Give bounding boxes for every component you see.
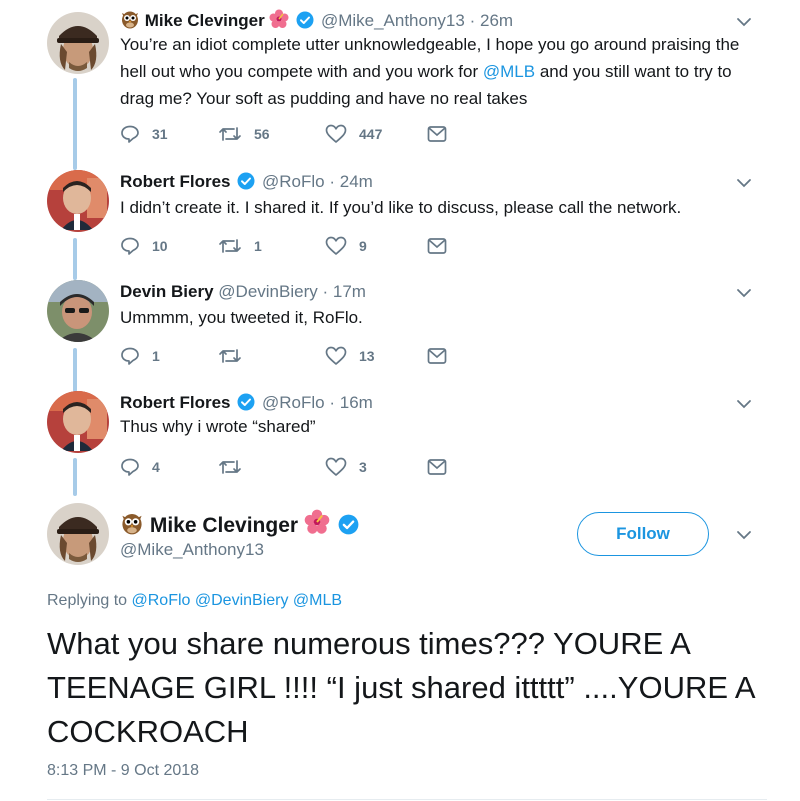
envelope-icon: [427, 348, 447, 364]
like-button[interactable]: 3: [325, 455, 367, 479]
tweet-text: I didn’t create it. I shared it. If you’…: [120, 198, 682, 217]
retweet-button[interactable]: [218, 344, 254, 368]
timestamp[interactable]: 17m: [333, 282, 366, 301]
tweet[interactable]: Robert Flores @RoFlo · 24m I didn’t crea…: [0, 160, 800, 270]
retweet-icon: [219, 239, 241, 253]
reply-count: 10: [152, 238, 168, 254]
heart-icon: [325, 457, 347, 476]
envelope-icon: [427, 238, 447, 254]
reply-button[interactable]: 10: [120, 234, 168, 258]
separator: ·: [469, 11, 476, 30]
hibiscus-emoji-icon: [304, 509, 330, 541]
main-tweet-header: Mike Clevinger: [120, 509, 361, 541]
tweet-timestamp[interactable]: 8:13 PM - 9 Oct 2018: [47, 762, 199, 780]
retweet-count: 1: [254, 238, 262, 254]
tweet[interactable]: Devin Biery @DevinBiery · 17m Ummmm, you…: [0, 270, 800, 380]
separator: ·: [322, 282, 329, 301]
verified-badge-icon: [338, 514, 359, 541]
tweet[interactable]: Robert Flores @RoFlo · 16m Thus why i wr…: [0, 381, 800, 491]
chevron-down-icon[interactable]: [736, 530, 752, 540]
owl-emoji-icon: [120, 511, 144, 541]
handle[interactable]: @DevinBiery: [218, 282, 317, 301]
heart-icon: [325, 236, 347, 255]
reply-icon: [121, 237, 139, 255]
handle[interactable]: @Mike_Anthony13: [321, 11, 465, 30]
reply-button[interactable]: 1: [120, 344, 160, 368]
follow-button[interactable]: Follow: [577, 512, 709, 556]
reply-count: 1: [152, 348, 160, 364]
avatar[interactable]: [47, 503, 109, 565]
avatar[interactable]: [47, 280, 109, 342]
mention-link[interactable]: @MLB: [483, 62, 535, 81]
like-count: 9: [359, 238, 367, 254]
reply-button[interactable]: 4: [120, 455, 160, 479]
display-name[interactable]: Robert Flores: [120, 393, 231, 412]
direct-message-button[interactable]: [427, 455, 447, 479]
handle[interactable]: @RoFlo: [262, 393, 325, 412]
like-button[interactable]: 9: [325, 234, 367, 258]
tweet-text: You’re an idiot complete utter unknowled…: [120, 35, 740, 108]
tweet-header: Devin Biery @DevinBiery · 17m: [120, 281, 366, 303]
retweet-icon: [219, 127, 241, 141]
chevron-down-icon[interactable]: [736, 17, 752, 27]
envelope-icon: [427, 126, 447, 142]
reply-icon: [121, 458, 139, 476]
reply-count: 31: [152, 126, 168, 142]
replying-to: Replying to @RoFlo @DevinBiery @MLB: [47, 592, 343, 609]
avatar[interactable]: [47, 12, 109, 74]
heart-icon: [325, 346, 347, 365]
display-name[interactable]: Devin Biery: [120, 282, 214, 301]
timestamp[interactable]: 16m: [340, 393, 373, 412]
retweet-button[interactable]: 1: [218, 234, 262, 258]
like-button[interactable]: 447: [325, 122, 382, 146]
display-name[interactable]: Mike Clevinger: [145, 11, 265, 30]
retweet-icon: [219, 460, 241, 474]
replying-to-mentions[interactable]: @RoFlo @DevinBiery @MLB: [132, 592, 343, 609]
retweet-button[interactable]: 56: [218, 122, 270, 146]
reply-button[interactable]: 31: [120, 122, 168, 146]
direct-message-button[interactable]: [427, 234, 447, 258]
retweet-button[interactable]: [218, 455, 254, 479]
like-count: 447: [359, 126, 383, 142]
tweet-text: Thus why i wrote “shared”: [120, 417, 316, 436]
retweet-icon: [219, 349, 241, 363]
main-tweet-text: What you share numerous times??? YOURE A…: [47, 626, 754, 749]
envelope-icon: [427, 459, 447, 475]
tweet-header: Robert Flores @RoFlo · 24m: [120, 171, 373, 196]
display-name[interactable]: Robert Flores: [120, 172, 231, 191]
heart-icon: [325, 124, 347, 143]
timestamp[interactable]: 26m: [480, 11, 513, 30]
like-button[interactable]: 13: [325, 344, 375, 368]
tweet-text: Ummmm, you tweeted it, RoFlo.: [120, 308, 363, 327]
avatar[interactable]: [47, 391, 109, 453]
separator: ·: [329, 172, 336, 191]
divider: [47, 799, 767, 800]
separator: ·: [329, 393, 336, 412]
reply-icon: [121, 125, 139, 143]
verified-badge-icon: [237, 172, 255, 196]
direct-message-button[interactable]: [427, 344, 447, 368]
like-count: 3: [359, 459, 367, 475]
tweet[interactable]: Mike Clevinger @Mike_Anthony13 · 26m You…: [0, 0, 800, 160]
tweet-actions: 31 56 447: [120, 122, 460, 146]
retweet-count: 56: [254, 126, 270, 142]
timestamp[interactable]: 24m: [340, 172, 373, 191]
direct-message-button[interactable]: [427, 122, 447, 146]
handle[interactable]: @Mike_Anthony13: [120, 540, 264, 560]
reply-count: 4: [152, 459, 160, 475]
tweet-actions: 1 13: [120, 344, 460, 368]
chevron-down-icon[interactable]: [736, 178, 752, 188]
like-count: 13: [359, 348, 375, 364]
tweet-actions: 4 3: [120, 455, 460, 479]
reply-icon: [121, 347, 139, 365]
avatar[interactable]: [47, 170, 109, 232]
tweet-actions: 10 1 9: [120, 234, 460, 258]
chevron-down-icon[interactable]: [736, 399, 752, 409]
display-name[interactable]: Mike Clevinger: [150, 514, 298, 537]
handle[interactable]: @RoFlo: [262, 172, 325, 191]
chevron-down-icon[interactable]: [736, 288, 752, 298]
